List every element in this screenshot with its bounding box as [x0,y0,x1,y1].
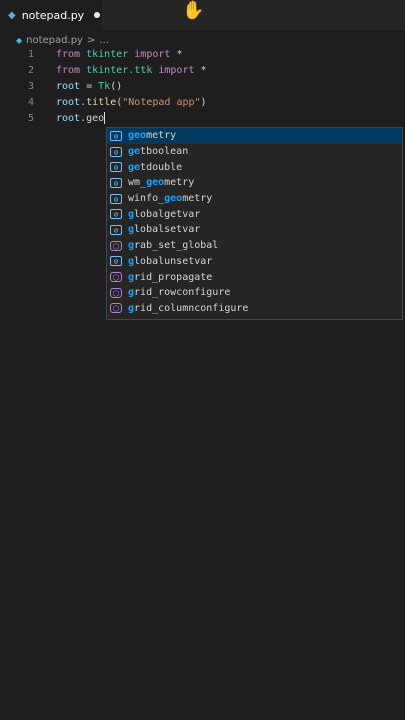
suggestion-label: globalunsetvar [128,255,213,267]
tab-label: notepad.py [21,8,85,22]
variable-icon: ⊘ [110,256,122,267]
variable-icon: ⊘ [110,193,122,204]
suggestion-label: geometry [128,130,177,142]
suggestion-label: grab_set_global [128,240,219,252]
suggestion-item[interactable]: ⬡ grid_rowconfigure [107,285,402,301]
suggestion-label: getboolean [128,146,189,158]
text-caret [104,112,106,124]
tab-bar: ◆ notepad.py ✋ [0,0,405,31]
breadcrumb-more[interactable]: ... [99,35,109,46]
code-token: import [134,49,177,60]
line-number: 3 [27,81,34,92]
variable-icon: ⊘ [110,209,122,220]
variable-icon: ⊘ [110,162,122,173]
suggestion-label: wm_geometry [128,177,195,189]
code-line[interactable]: 1 from tkinter import * [0,47,405,63]
code-token: root [56,81,87,92]
suggestion-label: grid_columnconfigure [128,302,249,314]
code-token: title [86,97,117,108]
suggestion-label: globalgetvar [128,208,201,220]
variable-icon: ⊘ [110,146,122,157]
line-number: 4 [27,97,34,108]
suggestion-item[interactable]: ⊘ geometry [107,128,402,144]
suggestion-item[interactable]: ⊘ globalunsetvar [107,254,402,270]
method-icon: ⬡ [110,240,122,251]
method-icon: ⬡ [110,303,122,314]
code-token: "Notepad app" [122,97,201,108]
code-token: geo [86,113,105,124]
suggestion-label: getdouble [128,161,183,173]
suggestion-label: globalsetvar [128,224,201,236]
code-token: import [158,65,201,76]
code-text[interactable]: from tkinter import * [56,47,182,63]
method-icon: ⬡ [110,287,122,298]
suggestion-item[interactable]: ⊘ globalsetvar [107,222,402,238]
code-token: Tk [98,81,111,92]
code-token: from [56,49,87,60]
breadcrumb-file[interactable]: notepad.py [26,35,83,46]
suggestion-item[interactable]: ⊘ globalgetvar [107,206,402,222]
suggestion-item[interactable]: ⬡ grid_columnconfigure [107,301,402,317]
method-icon: ⬡ [110,272,122,283]
code-token: * [176,49,183,60]
suggestion-item[interactable]: ⬡ grid_propagate [107,269,402,285]
code-token: from [56,65,87,76]
variable-icon: ⊘ [110,177,122,188]
code-line[interactable]: 5 root.geo [0,111,405,127]
python-file-icon: ◆ [8,9,16,21]
suggestion-item[interactable]: ⊘ winfo_geometry [107,191,402,207]
suggestion-item[interactable]: ⊘ wm_geometry [107,175,402,191]
code-token: () [110,81,123,92]
python-file-icon: ◆ [16,35,23,45]
autocomplete-suggestion-list[interactable]: ⊘ geometry ⊘ getboolean ⊘ getdouble ⊘ wm_geomet… [106,127,403,320]
code-token: root [56,97,81,108]
tab-notepad[interactable]: ◆ notepad.py [0,0,102,30]
suggestion-item[interactable]: ⬡ grab_set_global [107,238,402,254]
suggestion-label: grid_propagate [128,271,213,283]
breadcrumb: ◆ notepad.py > ... [16,33,109,47]
variable-icon: ⊘ [110,130,122,141]
line-number: 2 [27,65,34,76]
code-token: root [56,113,81,124]
code-text[interactable]: from tkinter.ttk import * [56,63,207,79]
code-text[interactable]: root.geo [56,111,106,127]
variable-icon: ⊘ [110,224,122,235]
code-line[interactable]: 4 root.title("Notepad app") [0,95,405,111]
code-text[interactable]: root = Tk() [56,79,122,95]
suggestion-label: grid_rowconfigure [128,287,231,299]
suggestion-item[interactable]: ⊘ getdouble [107,159,402,175]
unsaved-dot-icon[interactable] [94,12,101,18]
code-text[interactable]: root.title("Notepad app") [56,95,207,111]
line-number: 5 [27,113,34,124]
code-line[interactable]: 2 from tkinter.ttk import * [0,63,405,79]
code-token: ) [200,97,207,108]
code-token: tkinter.ttk [86,65,159,76]
hand-cursor-icon: ✋ [182,0,205,21]
code-token: tkinter [86,49,135,60]
code-token: = [86,81,99,92]
breadcrumb-separator: > [86,34,96,46]
line-number: 1 [27,49,34,60]
suggestion-label: winfo_geometry [128,193,213,205]
code-line[interactable]: 3 root = Tk() [0,79,405,95]
suggestion-item[interactable]: ⊘ getboolean [107,144,402,160]
code-token: * [200,65,207,76]
